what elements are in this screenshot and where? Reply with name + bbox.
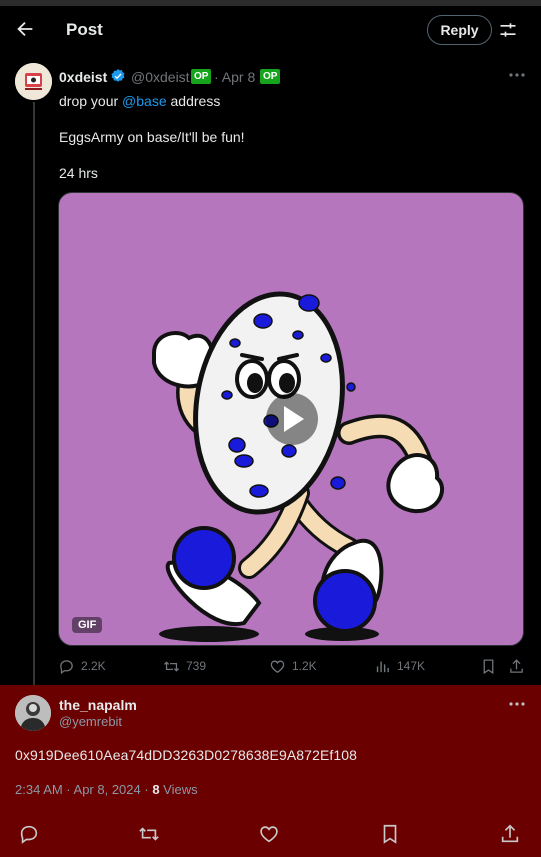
reply-count: 2.2K (81, 659, 106, 673)
share-action[interactable] (508, 656, 525, 676)
reply-author-handle[interactable]: @yemrebit (59, 714, 122, 729)
reply-action[interactable]: 2.2K (58, 656, 106, 676)
bookmark-action[interactable] (480, 656, 497, 676)
avatar[interactable] (15, 695, 51, 731)
views-chart-icon (376, 661, 389, 672)
post-actions-bar: 2.2K 739 1.2K 147K (58, 656, 528, 676)
reply-timestamp[interactable]: 2:34 AM · Apr 8, 2024 · (15, 782, 152, 797)
author-handle[interactable]: @0xdeist (131, 69, 190, 85)
egg-character-illustration (152, 291, 444, 642)
reply-views-count: 8 (152, 782, 160, 797)
views-count: 147K (397, 659, 426, 673)
thread-connector-line (33, 102, 35, 692)
like-action[interactable]: 1.2K (269, 656, 317, 676)
more-options-icon[interactable] (507, 68, 527, 82)
heart-icon (270, 660, 285, 673)
reply-actions-bar (0, 823, 541, 845)
views-action[interactable]: 147K (374, 656, 425, 676)
back-arrow-icon[interactable] (14, 18, 36, 40)
gif-badge: GIF (72, 617, 103, 633)
reply-author-name[interactable]: the_napalm (59, 697, 137, 713)
post-text-line: 24 hrs (59, 165, 98, 181)
reply-post: the_napalm @yemrebit 0x919Dee610Aea74dDD… (0, 685, 541, 857)
post-text-line: EggsArmy on base/It'll be fun! (59, 129, 245, 145)
op-badge: OP (191, 69, 212, 84)
more-options-icon[interactable] (507, 697, 527, 711)
bookmark-icon[interactable] (379, 823, 401, 845)
verified-badge-icon (111, 69, 125, 82)
settings-sliders-icon[interactable] (498, 20, 518, 40)
repost-icon (163, 660, 180, 672)
repost-icon[interactable] (138, 823, 160, 845)
share-icon (510, 658, 523, 673)
reply-icon (60, 659, 73, 674)
heart-icon[interactable] (258, 823, 280, 845)
reply-text: 0x919Dee610Aea74dDD3263D0278638E9A872Ef1… (15, 747, 358, 763)
post-date[interactable]: · Apr 8 (214, 69, 255, 85)
author-name[interactable]: 0xdeist (59, 69, 107, 85)
bookmark-icon (483, 658, 494, 674)
page-title: Post (66, 20, 103, 39)
op-badge: OP (260, 69, 281, 84)
post-text-line: drop your @base address (59, 93, 220, 109)
like-count: 1.2K (292, 659, 317, 673)
reply-views-label: Views (159, 782, 198, 797)
repost-count: 739 (186, 659, 207, 673)
reply-icon[interactable] (18, 823, 40, 845)
reply-meta: 2:34 AM · Apr 8, 2024 · 8 Views (15, 782, 198, 797)
gif-media[interactable]: GIF (58, 192, 524, 646)
mention-link[interactable]: @base (122, 93, 167, 109)
repost-action[interactable]: 739 (163, 656, 206, 676)
post-text-suffix: address (166, 93, 221, 109)
avatar[interactable] (15, 63, 52, 100)
share-icon[interactable] (499, 823, 521, 845)
post-text-prefix: drop your (59, 93, 123, 109)
reply-button[interactable]: Reply (427, 15, 492, 45)
header: Post Reply (0, 6, 541, 54)
